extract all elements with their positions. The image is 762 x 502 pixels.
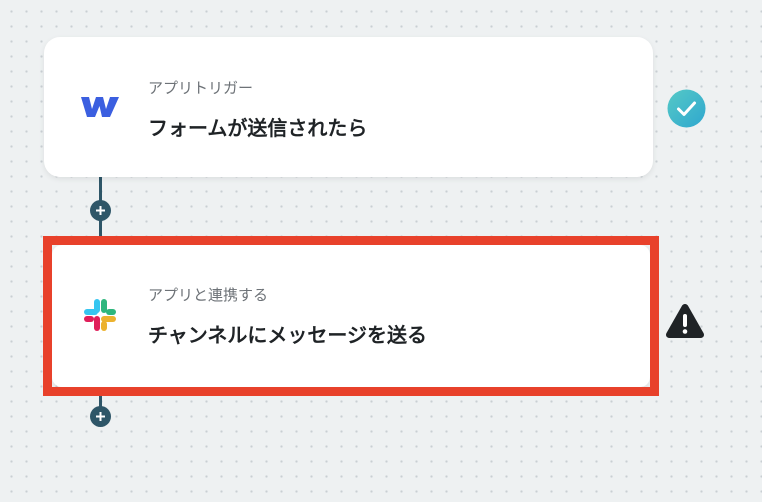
step-title: チャンネルにメッセージを送る xyxy=(148,323,427,347)
connector-line-bottom xyxy=(99,384,102,408)
action-step-card[interactable]: アプリと連携する チャンネルにメッセージを送る xyxy=(52,245,650,387)
trigger-step-card[interactable]: アプリトリガー フォームが送信されたら xyxy=(44,37,653,177)
slack-logo-icon xyxy=(80,295,120,335)
add-step-button-2[interactable] xyxy=(90,406,111,427)
step-subtitle: アプリトリガー xyxy=(148,79,254,97)
check-circle-icon xyxy=(667,89,706,128)
plus-icon xyxy=(96,412,105,421)
step-title: フォームが送信されたら xyxy=(148,116,368,140)
add-step-button-1[interactable] xyxy=(90,200,111,221)
warning-triangle-icon xyxy=(664,302,706,340)
step-subtitle: アプリと連携する xyxy=(148,286,269,304)
webflow-logo-icon xyxy=(78,92,122,122)
plus-icon xyxy=(96,206,105,215)
